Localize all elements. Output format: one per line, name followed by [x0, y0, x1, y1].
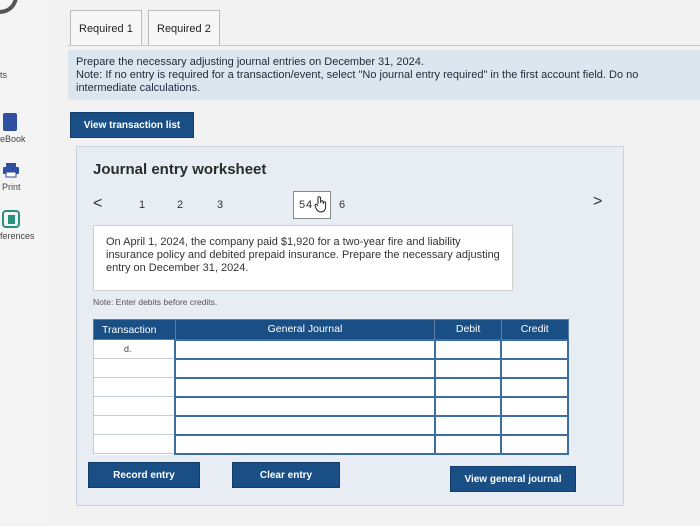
credit-input[interactable]: [500, 414, 569, 436]
top-arc-icon: [0, 0, 18, 14]
account-input[interactable]: [174, 395, 436, 417]
pager-prev-arrow[interactable]: <: [93, 195, 102, 213]
account-input[interactable]: [174, 433, 436, 455]
left-sidebar: ts eBook Print ferences: [0, 0, 52, 526]
transaction-cell: d.: [93, 339, 176, 359]
account-input[interactable]: [174, 357, 436, 379]
table-row: d.: [93, 338, 569, 360]
transaction-cell: [93, 377, 176, 397]
print-icon[interactable]: [2, 162, 20, 183]
view-general-journal-button[interactable]: View general journal: [450, 466, 576, 492]
sidebar-item-references[interactable]: ferences: [0, 231, 35, 241]
debit-input[interactable]: [433, 376, 503, 398]
tab-required-1[interactable]: Required 1: [70, 10, 142, 46]
debit-input[interactable]: [433, 414, 503, 436]
journal-entry-worksheet: Journal entry worksheet < 1 2 3 4 5 6 > …: [76, 146, 624, 506]
transaction-cell: [93, 434, 176, 454]
transaction-cell: [93, 415, 176, 435]
instructions-line-1: Prepare the necessary adjusting journal …: [76, 56, 424, 68]
journal-entry-table: Transaction General Journal Debit Credit…: [93, 319, 569, 455]
pager-page-2[interactable]: 2: [177, 199, 183, 211]
header-debit: Debit: [434, 319, 502, 340]
table-row: [93, 395, 569, 417]
debit-input[interactable]: [433, 357, 503, 379]
tabs-divider: [68, 45, 700, 46]
view-transaction-list-button[interactable]: View transaction list: [70, 112, 194, 138]
header-credit: Credit: [500, 319, 569, 340]
worksheet-title: Journal entry worksheet: [93, 161, 267, 178]
header-general-journal: General Journal: [174, 319, 436, 340]
account-input[interactable]: [174, 376, 436, 398]
credit-input[interactable]: [500, 376, 569, 398]
pager-page-1[interactable]: 1: [139, 199, 145, 211]
hand-cursor-icon: [314, 195, 328, 216]
sidebar-item-label-cut: ts: [0, 70, 8, 80]
instructions-line-3: intermediate calculations.: [76, 82, 201, 94]
clear-entry-button[interactable]: Clear entry: [232, 462, 340, 488]
header-transaction: Transaction: [93, 319, 176, 340]
pager-next-arrow[interactable]: >: [593, 193, 602, 211]
credit-input[interactable]: [500, 395, 569, 417]
credit-input[interactable]: [500, 357, 569, 379]
debit-input[interactable]: [433, 395, 503, 417]
debit-input[interactable]: [433, 433, 503, 455]
transaction-cell: [93, 396, 176, 416]
instructions-line-2: Note: If no entry is required for a tran…: [76, 69, 639, 81]
credit-input[interactable]: [500, 433, 569, 455]
pager-page-3[interactable]: 3: [217, 199, 223, 211]
table-row: [93, 376, 569, 398]
sidebar-item-print[interactable]: Print: [2, 182, 21, 192]
record-entry-button[interactable]: Record entry: [88, 462, 200, 488]
debits-credits-note: Note: Enter debits before credits.: [93, 297, 218, 307]
credit-input[interactable]: [500, 338, 569, 360]
pager-page-5[interactable]: 5: [299, 199, 305, 211]
pager-page-6[interactable]: 6: [339, 199, 345, 211]
sidebar-item-ebook[interactable]: eBook: [0, 134, 26, 144]
main-content: Required 1 Required 2 Prepare the necess…: [52, 0, 700, 526]
account-input[interactable]: [174, 338, 436, 360]
tab-required-2[interactable]: Required 2: [148, 10, 220, 46]
account-input[interactable]: [174, 414, 436, 436]
table-row: [93, 357, 569, 379]
table-row: [93, 433, 569, 455]
instructions-panel: Prepare the necessary adjusting journal …: [68, 50, 700, 100]
debit-input[interactable]: [433, 338, 503, 360]
transaction-description: On April 1, 2024, the company paid $1,92…: [93, 225, 513, 291]
pager-page-4-label: 4: [306, 199, 313, 211]
transaction-cell: [93, 358, 176, 378]
table-row: [93, 414, 569, 436]
references-icon[interactable]: [2, 210, 20, 233]
